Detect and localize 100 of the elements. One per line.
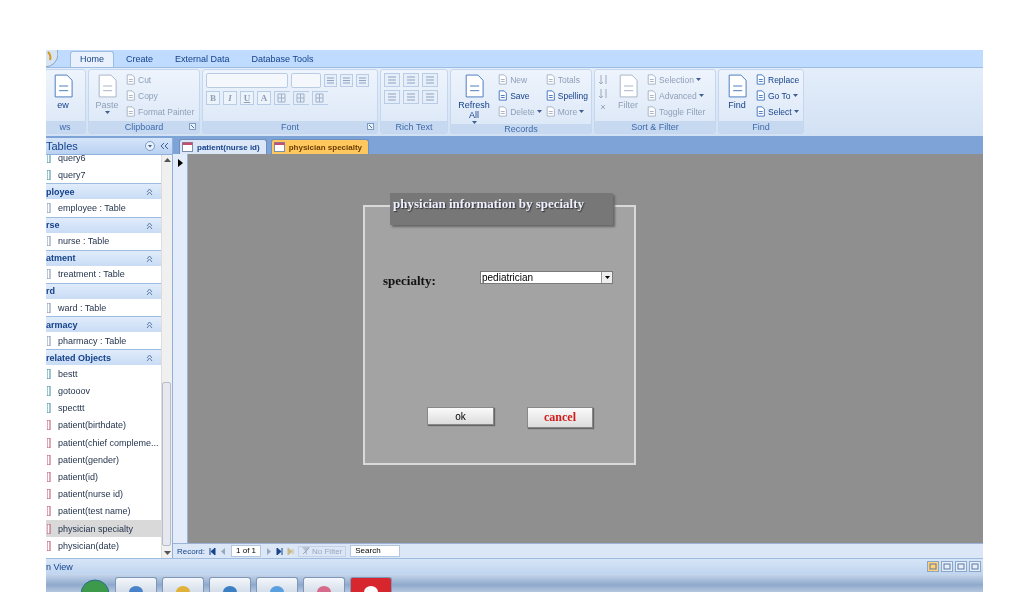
grid-icon[interactable] — [293, 91, 309, 105]
dialog-launcher-icon[interactable] — [189, 123, 196, 130]
collapse-icon[interactable] — [146, 221, 153, 229]
view-icon[interactable] — [927, 561, 939, 572]
ribbon-button[interactable]: ew — [48, 73, 78, 110]
taskbar-button[interactable] — [162, 577, 204, 592]
ribbon-tab[interactable]: Create — [116, 51, 164, 67]
search-field[interactable]: Search — [350, 545, 401, 557]
app-icon — [363, 584, 379, 592]
ribbon-button[interactable]: Replace — [755, 73, 800, 86]
group-header[interactable]: ployee — [46, 183, 161, 200]
nav-item[interactable]: patient(test name) — [46, 502, 161, 520]
align-icon[interactable] — [324, 74, 337, 87]
group-label: Records — [504, 124, 538, 134]
dialog-launcher-icon[interactable] — [367, 123, 374, 130]
document-icon — [497, 106, 509, 117]
taskbar-button[interactable] — [303, 577, 345, 592]
nav-item[interactable]: patient(gender) — [46, 451, 161, 469]
taskbar-button[interactable] — [350, 577, 392, 592]
ribbon-button[interactable]: Save — [497, 89, 542, 102]
previous-record-icon[interactable] — [220, 547, 227, 555]
taskbar-button[interactable] — [115, 577, 157, 592]
group-header[interactable]: atment — [46, 249, 161, 266]
align-icon[interactable] — [356, 74, 369, 87]
nav-item[interactable]: nurse : Table — [46, 232, 161, 250]
group-header[interactable]: rse — [46, 216, 161, 233]
cancel-button[interactable]: cancel — [527, 407, 593, 428]
nav-item[interactable]: query6 — [46, 155, 161, 167]
document-icon — [646, 106, 657, 117]
last-record-icon[interactable] — [276, 547, 284, 555]
ribbon-button[interactable]: Go To — [755, 89, 800, 102]
nav-item[interactable]: physician specialty — [46, 520, 161, 538]
grid-icon[interactable] — [274, 91, 290, 105]
scroll-up-icon[interactable] — [163, 158, 171, 162]
start-orb-icon[interactable] — [80, 578, 110, 592]
ribbon-tab[interactable]: Home — [70, 51, 114, 67]
ok-button[interactable]: ok — [427, 407, 494, 425]
ribbon-tab[interactable]: External Data — [165, 51, 240, 67]
list-icon[interactable] — [384, 90, 400, 104]
form-title: physician information by specialty — [390, 193, 613, 225]
collapse-icon[interactable] — [146, 354, 153, 362]
nav-item[interactable]: treatment : Table — [46, 265, 161, 283]
first-record-icon[interactable] — [209, 547, 216, 555]
specialty-dropdown[interactable]: pediatrician — [480, 270, 613, 284]
scroll-thumb[interactable] — [162, 382, 171, 546]
group-label: Find — [752, 122, 770, 132]
taskbar-button[interactable] — [256, 577, 298, 592]
document-tab[interactable]: physician specialty — [270, 139, 370, 154]
font-size-field[interactable] — [291, 73, 321, 88]
collapse-icon[interactable] — [146, 287, 153, 295]
view-icon[interactable] — [941, 561, 953, 572]
next-record-icon[interactable] — [265, 547, 273, 555]
nav-item[interactable]: pharmacy : Table — [46, 332, 161, 350]
status-text: n View — [46, 561, 73, 572]
ribbon-button[interactable]: Spelling — [544, 89, 588, 102]
group-title: rse — [46, 220, 60, 231]
collapse-icon[interactable] — [146, 321, 153, 329]
font-name-field[interactable] — [206, 73, 288, 88]
document-icon — [755, 74, 766, 85]
ribbon-button[interactable]: Find — [722, 73, 752, 110]
scroll-down-icon[interactable] — [163, 551, 171, 555]
collapse-icon[interactable] — [146, 188, 153, 196]
ribbon-tab[interactable]: Database Tools — [241, 51, 324, 67]
document-icon — [125, 106, 136, 117]
nav-item[interactable]: patient(birthdate) — [46, 416, 161, 435]
document-tab[interactable]: patient(nurse id) — [179, 139, 267, 154]
nav-item[interactable]: specttt — [46, 399, 161, 417]
group-title: related Objects — [46, 352, 112, 363]
list-icon[interactable] — [384, 73, 400, 87]
new-record-icon[interactable] — [287, 547, 295, 555]
list-icon[interactable] — [403, 90, 419, 104]
nav-item[interactable]: bestt — [46, 365, 161, 383]
nav-item[interactable]: physician(date) — [46, 537, 161, 555]
document-icon — [125, 74, 136, 85]
group-header[interactable]: rd — [46, 282, 161, 299]
grid-icon[interactable] — [312, 91, 328, 105]
ribbon-button[interactable]: Refresh All — [454, 73, 495, 124]
list-icon[interactable] — [422, 90, 438, 104]
nav-item[interactable]: gotooov — [46, 382, 161, 400]
scrollbar[interactable] — [161, 155, 172, 558]
view-icon[interactable] — [969, 561, 981, 572]
collapse-icon[interactable] — [146, 254, 153, 262]
nav-item[interactable]: patient(chief compleme... — [46, 434, 161, 452]
collapse-icon[interactable] — [158, 141, 170, 151]
dropdown-icon[interactable] — [145, 141, 155, 151]
list-icon[interactable] — [403, 73, 419, 87]
nav-item[interactable]: ward : Table — [46, 298, 161, 317]
record-position-field[interactable]: 1 of 1 — [231, 545, 262, 557]
group-header[interactable]: related Objects — [46, 349, 161, 366]
nav-item[interactable]: patient(id) — [46, 468, 161, 486]
align-icon[interactable] — [340, 74, 353, 87]
nav-item[interactable]: query7 — [46, 166, 161, 184]
field-label: specialty: — [383, 273, 437, 289]
list-icon[interactable] — [422, 73, 438, 87]
view-icon[interactable] — [955, 561, 967, 572]
group-header[interactable]: armacy — [46, 316, 161, 333]
ribbon-button[interactable]: Select — [755, 105, 800, 118]
nav-item[interactable]: patient(nurse id) — [46, 485, 161, 503]
nav-item[interactable]: employee : Table — [46, 199, 161, 217]
taskbar-button[interactable] — [209, 577, 251, 592]
